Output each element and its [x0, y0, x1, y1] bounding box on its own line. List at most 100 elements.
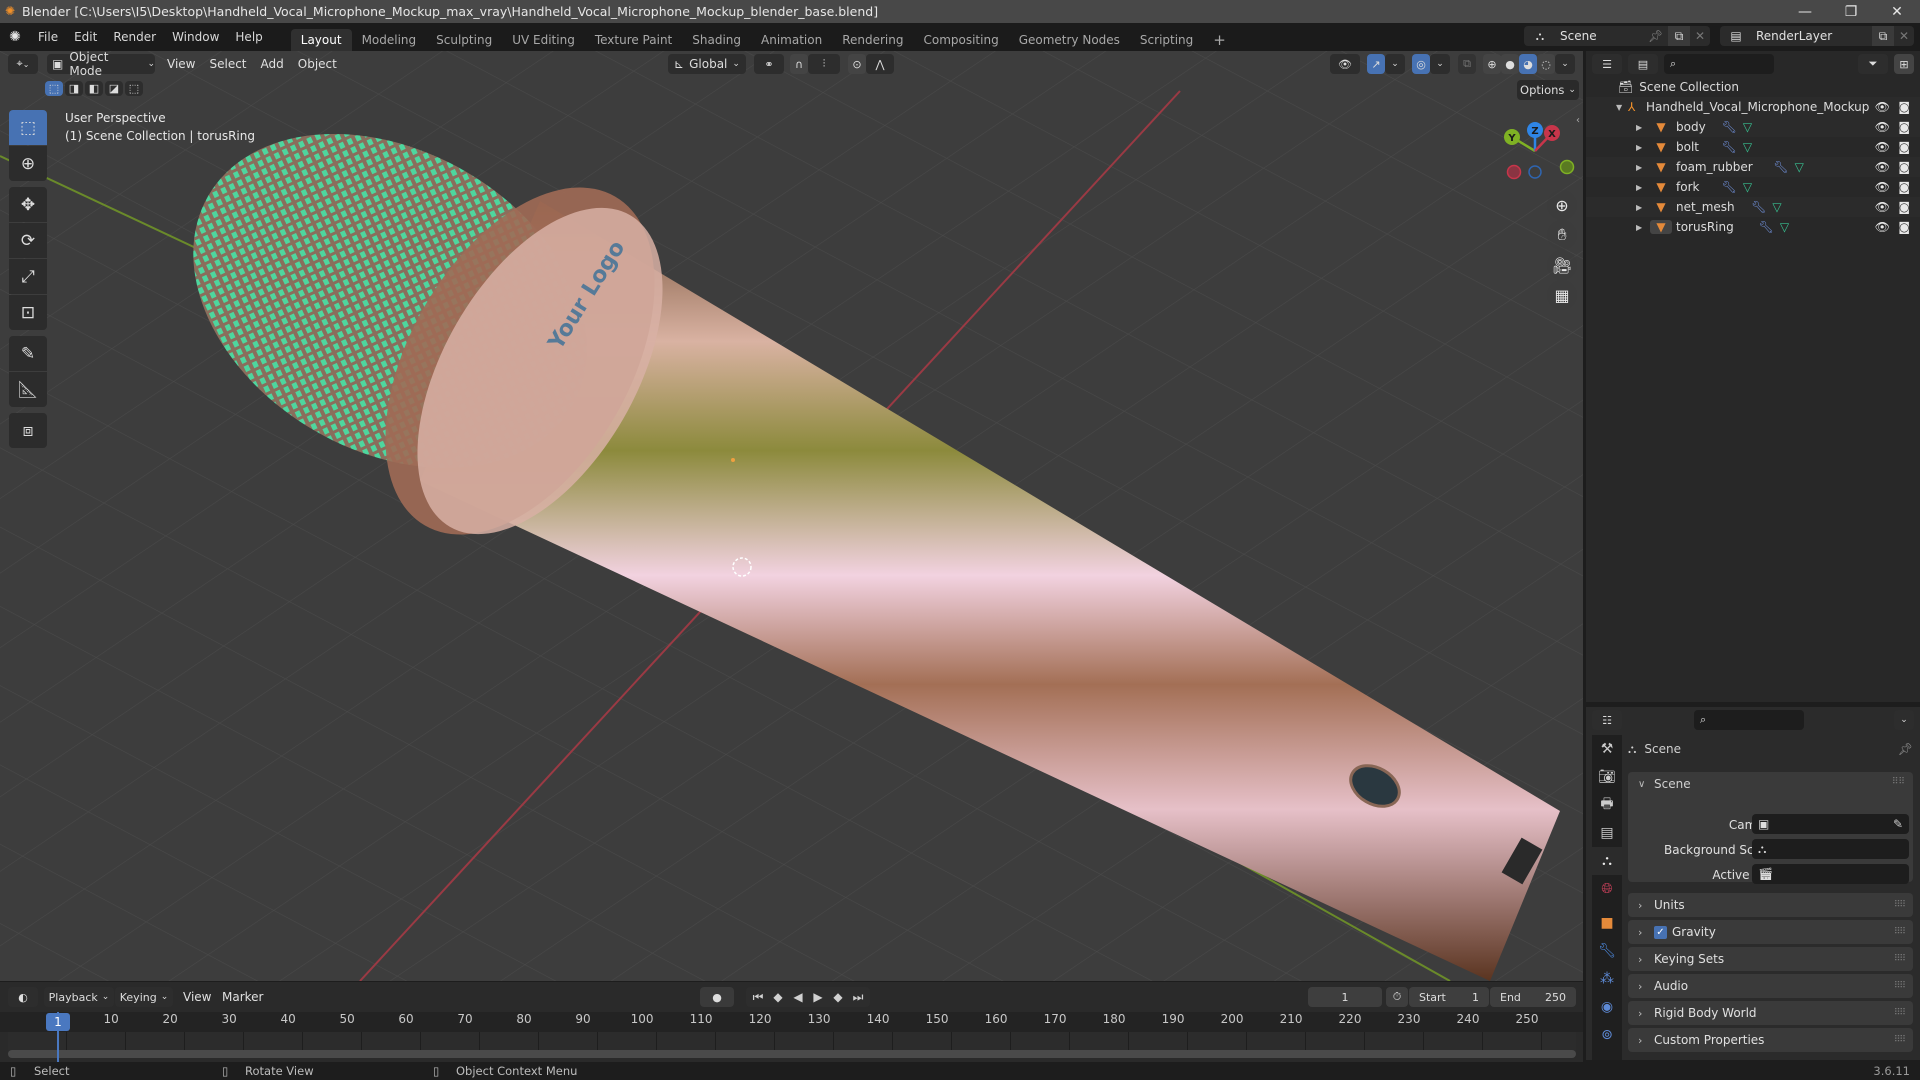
- options-button[interactable]: Options ⌄: [1517, 80, 1579, 100]
- xray-toggle[interactable]: ⧉: [1458, 54, 1476, 74]
- drag-grip-icon[interactable]: ⠿⠿: [1894, 900, 1906, 910]
- object-name[interactable]: net_mesh: [1676, 200, 1735, 214]
- pin-icon[interactable]: 📌︎: [1648, 29, 1668, 43]
- menu-edit[interactable]: Edit: [66, 23, 105, 51]
- blender-menu-icon[interactable]: ✺: [0, 29, 30, 45]
- tab-shading[interactable]: Shading: [682, 29, 751, 51]
- visibility-eye-icon[interactable]: 👁︎: [1875, 120, 1890, 134]
- overlays-options-button[interactable]: ⌄: [1430, 54, 1450, 74]
- tab-particles[interactable]: ⁂: [1592, 965, 1622, 993]
- tool-measure[interactable]: 📐︎: [9, 372, 47, 407]
- object-name[interactable]: foam_rubber: [1676, 160, 1757, 174]
- panel-keying-sets[interactable]: › Keying Sets ⠿⠿: [1628, 947, 1913, 971]
- drag-grip-icon[interactable]: ⠿⠿: [1894, 954, 1906, 964]
- render-camera-icon[interactable]: ◙: [1898, 180, 1910, 194]
- gizmo-options-button[interactable]: ⌄: [1385, 54, 1405, 74]
- keyframe-track[interactable]: [8, 1032, 1576, 1052]
- mesh-data-icon[interactable]: ▽: [1795, 160, 1804, 174]
- current-frame-field[interactable]: 1: [1308, 987, 1382, 1007]
- mesh-data-icon[interactable]: ▽: [1743, 120, 1752, 134]
- tool-scale[interactable]: ⤢: [9, 259, 47, 294]
- select-intersect-icon[interactable]: ⬚: [125, 81, 143, 96]
- panel-custom-properties[interactable]: › Custom Properties ⠿⠿: [1628, 1028, 1913, 1052]
- outliner-editor-type-button[interactable]: ☰: [1592, 54, 1622, 74]
- render-camera-icon[interactable]: ◙: [1898, 200, 1910, 214]
- tab-view-layer[interactable]: ▤: [1592, 819, 1622, 847]
- gravity-checkbox[interactable]: ✓: [1654, 925, 1667, 939]
- snap-target-button[interactable]: ⫶: [808, 54, 840, 74]
- scene-panel-header[interactable]: ∨ Scene ⠿⠿: [1628, 772, 1913, 796]
- select-invert-icon[interactable]: ◪: [105, 81, 123, 96]
- start-frame-field[interactable]: Start 1: [1409, 987, 1489, 1007]
- object-name[interactable]: fork: [1676, 180, 1706, 194]
- delete-view-layer-icon[interactable]: ✕: [1894, 29, 1914, 43]
- add-workspace-button[interactable]: +: [1203, 29, 1236, 51]
- expand-triangle-icon[interactable]: ▶: [1636, 223, 1650, 232]
- modifier-wrench-icon[interactable]: 🔧︎: [1722, 120, 1737, 134]
- filter-button[interactable]: ⏷: [1858, 54, 1888, 74]
- proportional-editing-toggle[interactable]: ⊙: [848, 54, 866, 74]
- tool-transform[interactable]: ⊡: [9, 295, 47, 330]
- scene-collection-row[interactable]: 🗃︎ Scene Collection: [1586, 77, 1920, 97]
- new-view-layer-icon[interactable]: ⧉: [1872, 26, 1894, 46]
- properties-options-button[interactable]: ⌄: [1894, 710, 1914, 730]
- outliner-object-row[interactable]: ▶ ▼ foam_rubber 🔧︎ ▽ 👁︎ ◙: [1586, 157, 1920, 177]
- tab-constraints[interactable]: ⊚: [1592, 1021, 1622, 1049]
- pan-button[interactable]: ✋︎: [1547, 220, 1577, 250]
- mesh-data-icon[interactable]: ▽: [1743, 180, 1752, 194]
- pin-icon[interactable]: 📌︎: [1898, 742, 1913, 756]
- render-camera-icon[interactable]: ◙: [1898, 120, 1910, 134]
- tool-add-cube[interactable]: ⧈: [9, 413, 47, 448]
- modifier-wrench-icon[interactable]: 🔧︎: [1773, 160, 1788, 174]
- object-name[interactable]: bolt: [1676, 140, 1706, 154]
- new-scene-icon[interactable]: ⧉: [1668, 26, 1690, 46]
- jump-start-icon[interactable]: ⏮: [748, 990, 768, 1005]
- menu-help[interactable]: Help: [227, 23, 270, 51]
- zoom-button[interactable]: ⊕: [1547, 190, 1577, 220]
- sidebar-toggle-icon[interactable]: ‹: [1576, 115, 1580, 126]
- menu-window[interactable]: Window: [164, 23, 227, 51]
- tool-move[interactable]: ✥: [9, 187, 47, 222]
- visibility-eye-icon[interactable]: 👁︎: [1875, 140, 1890, 154]
- tab-scripting[interactable]: Scripting: [1130, 29, 1203, 51]
- jump-end-icon[interactable]: ⏭: [848, 990, 868, 1005]
- tab-geometry-nodes[interactable]: Geometry Nodes: [1009, 29, 1130, 51]
- expand-triangle-icon[interactable]: ▶: [1636, 203, 1650, 212]
- select-extend-icon[interactable]: ◨: [65, 81, 83, 96]
- timeline-editor-type-button[interactable]: ◐: [8, 987, 38, 1007]
- menu-select[interactable]: Select: [202, 54, 253, 74]
- proportional-falloff-button[interactable]: ⋀: [866, 54, 894, 74]
- menu-render[interactable]: Render: [105, 23, 164, 51]
- properties-editor-type-button[interactable]: ☷: [1592, 710, 1622, 730]
- play-icon[interactable]: ▶: [808, 990, 828, 1004]
- tab-sculpting[interactable]: Sculpting: [426, 29, 502, 51]
- minimize-button[interactable]: —: [1782, 0, 1828, 23]
- transform-orientation-selector[interactable]: ⊾ Global ⌄: [668, 54, 746, 74]
- shading-wireframe[interactable]: ⊕: [1483, 54, 1501, 74]
- camera-field[interactable]: ▣ ✎: [1752, 814, 1909, 834]
- collapse-triangle-icon[interactable]: ▼: [1616, 103, 1628, 112]
- panel-gravity[interactable]: › ✓ Gravity ⠿⠿: [1628, 920, 1913, 944]
- tab-compositing[interactable]: Compositing: [913, 29, 1008, 51]
- select-new-icon[interactable]: ⬚: [45, 81, 63, 96]
- expand-triangle-icon[interactable]: ▶: [1636, 183, 1650, 192]
- mesh-data-icon[interactable]: ▽: [1743, 140, 1752, 154]
- delete-scene-icon[interactable]: ✕: [1690, 29, 1710, 43]
- drag-grip-icon[interactable]: ⠿⠿: [1894, 927, 1906, 937]
- editor-type-button[interactable]: ⌖ ⌄: [8, 54, 38, 74]
- visibility-eye-icon[interactable]: 👁︎: [1875, 200, 1890, 214]
- gizmo-neg-z[interactable]: [1528, 165, 1542, 179]
- tool-cursor[interactable]: ⊕: [9, 146, 47, 181]
- modifier-wrench-icon[interactable]: 🔧︎: [1722, 140, 1737, 154]
- tab-world[interactable]: 🌐︎: [1592, 875, 1622, 903]
- render-camera-icon[interactable]: ◙: [1898, 100, 1910, 114]
- gizmo-neg-y[interactable]: [1559, 159, 1575, 175]
- background-scene-field[interactable]: ⛬: [1752, 839, 1909, 859]
- preview-range-toggle[interactable]: ⏱: [1386, 987, 1408, 1007]
- modifier-wrench-icon[interactable]: 🔧︎: [1751, 200, 1766, 214]
- modifier-wrench-icon[interactable]: 🔧︎: [1722, 180, 1737, 194]
- outliner-object-row[interactable]: ▶ ▼ net_mesh 🔧︎ ▽ 👁︎ ◙: [1586, 197, 1920, 217]
- display-mode-button[interactable]: ▤: [1628, 54, 1658, 74]
- expand-triangle-icon[interactable]: ▶: [1636, 123, 1650, 132]
- tab-physics[interactable]: ◉: [1592, 993, 1622, 1021]
